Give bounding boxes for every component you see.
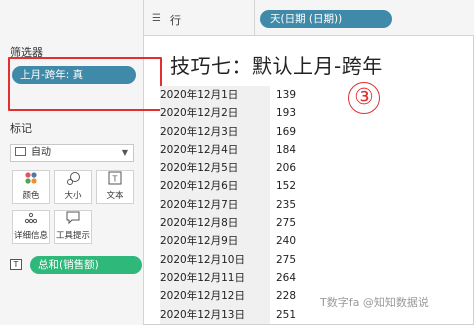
row-date: 2020年12月9日: [160, 232, 270, 251]
row-date: 2020年12月4日: [160, 140, 270, 160]
row-date: 2020年12月8日: [160, 214, 270, 233]
row-date: 2020年12月7日: [160, 195, 270, 215]
row-value: 193: [275, 107, 296, 120]
text-card[interactable]: T 文本: [96, 170, 134, 204]
row-value: 235: [275, 198, 296, 211]
measure-row: T 总和(销售额): [10, 256, 142, 274]
mark-type-icon: [15, 147, 26, 156]
row-date: 2020年12月1日: [160, 86, 270, 105]
marks-title: 标记: [10, 122, 32, 135]
row-date: 2020年12月5日: [160, 159, 270, 178]
rows-shelf: ☰ 行 天(日期 (日期)): [144, 0, 474, 36]
row-value: 206: [275, 162, 296, 175]
row-date: 2020年12月6日: [160, 177, 270, 196]
row-date: 2020年12月2日: [160, 104, 270, 123]
table-row[interactable]: 2020年12月9日 240: [160, 232, 300, 251]
row-value: 152: [275, 180, 296, 193]
row-date: 2020年12月13日: [160, 305, 270, 324]
color-card-label: 颜色: [22, 191, 40, 201]
shelf-divider: [254, 0, 255, 36]
svg-text:T: T: [112, 175, 118, 184]
row-value: 169: [275, 125, 296, 138]
text-encoding-icon: T: [10, 259, 22, 270]
mark-type-dropdown[interactable]: 自动 ▼: [10, 144, 134, 162]
view-title: 技巧七：默认上月-跨年: [170, 54, 383, 78]
row-value: 184: [275, 143, 296, 156]
table-row[interactable]: 2020年12月1日 139: [160, 86, 300, 105]
table-row[interactable]: 2020年12月12日 228: [160, 287, 300, 306]
step-marker: ③: [348, 82, 380, 114]
measure-pill[interactable]: 总和(销售额): [30, 256, 142, 274]
tooltip-card[interactable]: 工具提示: [54, 210, 92, 244]
day-date-pill[interactable]: 天(日期 (日期)): [260, 10, 392, 28]
tooltip-icon: [55, 211, 91, 229]
table-row[interactable]: 2020年12月4日 184: [160, 140, 300, 160]
table-row[interactable]: 2020年12月7日 235: [160, 195, 300, 215]
row-value: 275: [275, 253, 296, 266]
table-row[interactable]: 2020年12月11日 264: [160, 268, 300, 288]
row-date: 2020年12月12日: [160, 287, 270, 306]
tooltip-card-label: 工具提示: [55, 231, 90, 241]
size-icon: [55, 171, 91, 189]
size-card[interactable]: 大小: [54, 170, 92, 204]
detail-icon: [13, 211, 49, 229]
row-date: 2020年12月11日: [160, 268, 270, 288]
size-card-label: 大小: [64, 191, 82, 201]
table-row[interactable]: 2020年12月2日 193: [160, 104, 300, 123]
color-dots-icon: [13, 171, 49, 189]
table-row[interactable]: 2020年12月13日 251: [160, 305, 300, 324]
row-date: 2020年12月10日: [160, 250, 270, 269]
table-row[interactable]: 2020年12月6日 152: [160, 177, 300, 196]
chevron-down-icon: ▼: [121, 148, 128, 157]
data-table: 2020年12月1日 139 2020年12月2日 193 2020年12月3日 16…: [160, 86, 300, 324]
table-row[interactable]: 2020年12月8日 275: [160, 214, 300, 233]
color-card[interactable]: 颜色: [12, 170, 50, 204]
detail-card-label: 详细信息: [13, 231, 48, 241]
detail-card[interactable]: 详细信息: [12, 210, 50, 244]
highlight-box: [8, 57, 162, 111]
mark-type-label: 自动: [31, 147, 51, 158]
row-value: 240: [275, 235, 296, 248]
row-value: 275: [275, 217, 296, 230]
table-row[interactable]: 2020年12月5日 206: [160, 159, 300, 178]
row-value: 251: [275, 308, 296, 321]
watermark: T数字fa @知知数据说: [320, 296, 429, 309]
row-value: 228: [275, 290, 296, 303]
text-icon: T: [97, 171, 133, 189]
table-row[interactable]: 2020年12月10日 275: [160, 250, 300, 269]
row-value: 264: [275, 271, 296, 284]
left-panel: 筛选器 上月-跨年: 真 标记 自动 ▼ 颜色 大小 T 文本 详细信息 工具提…: [0, 0, 144, 325]
row-date: 2020年12月3日: [160, 122, 270, 141]
rows-shelf-label: 行: [170, 14, 181, 27]
table-row[interactable]: 2020年12月3日 169: [160, 122, 300, 141]
rows-icon: ☰: [152, 13, 161, 24]
row-value: 139: [275, 89, 296, 101]
text-card-label: 文本: [106, 191, 124, 201]
